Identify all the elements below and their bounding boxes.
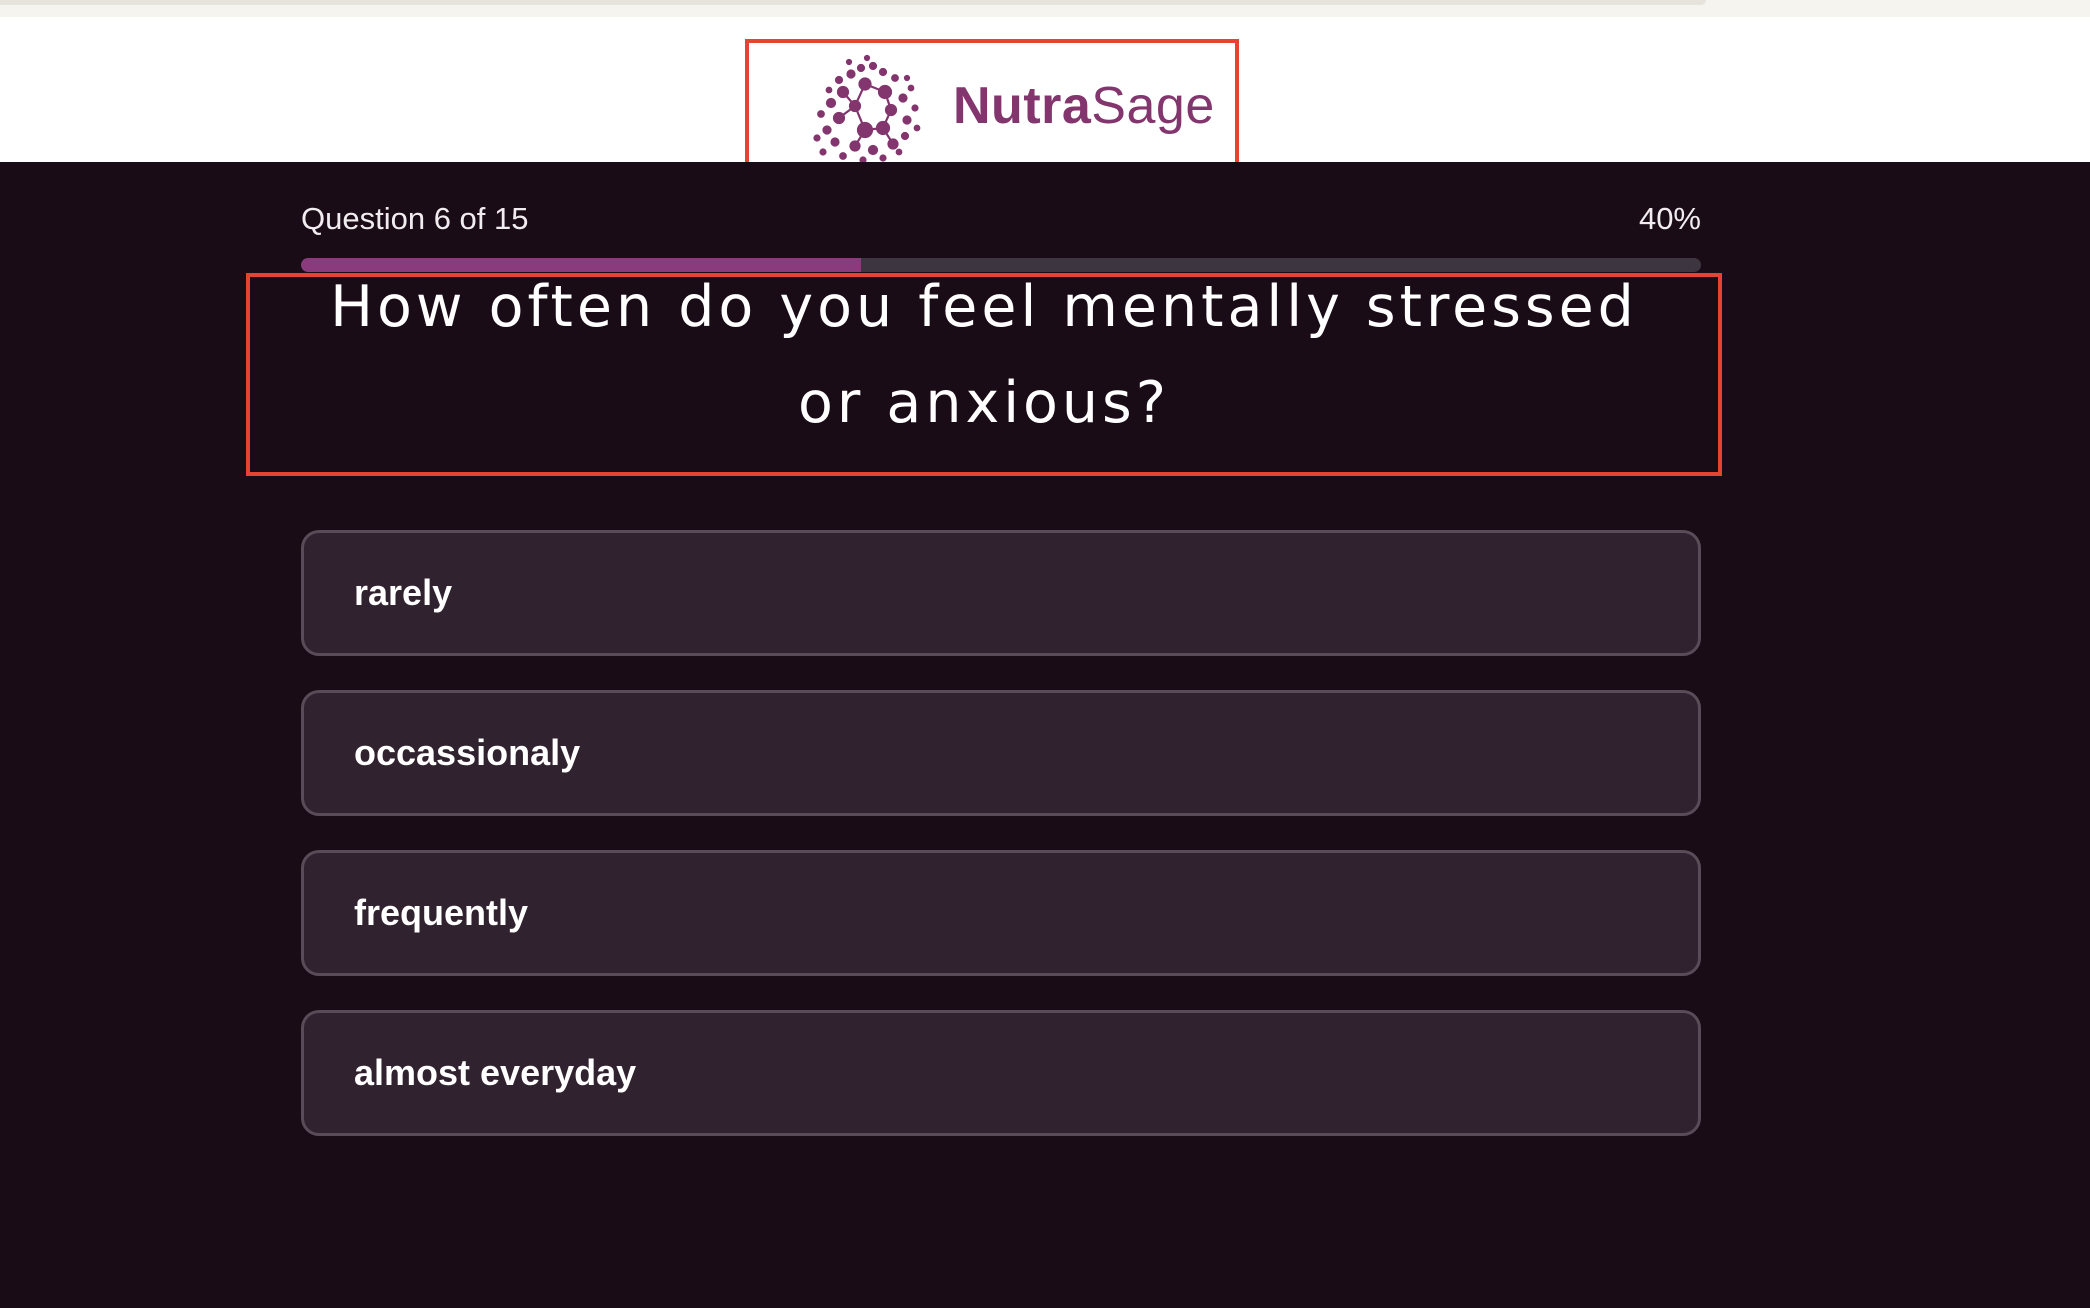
- answer-option-frequently[interactable]: frequently: [301, 850, 1701, 976]
- answer-option-almost-everyday[interactable]: almost everyday: [301, 1010, 1701, 1136]
- progress-percent: 40%: [1638, 201, 1701, 236]
- answer-option-label: occassionaly: [354, 732, 581, 773]
- question-counter: Question 6 of 15: [301, 201, 529, 236]
- answer-option-occasionally[interactable]: occassionaly: [301, 690, 1701, 816]
- progress-bar-fill: [301, 258, 861, 272]
- progress-bar: [301, 258, 1701, 272]
- answer-option-rarely[interactable]: rarely: [301, 530, 1701, 656]
- answer-option-label: almost everyday: [354, 1052, 637, 1093]
- question-title: How often do you feel mentally stressed …: [330, 274, 1638, 436]
- browser-tab-edge: [0, 0, 1706, 5]
- answer-option-label: rarely: [354, 572, 453, 613]
- browser-chrome-strip: [0, 0, 2090, 17]
- answer-option-label: frequently: [354, 892, 529, 933]
- question-highlight-box: How often do you feel mentally stressed …: [246, 273, 1722, 476]
- answer-options: rarely occassionaly frequently almost ev…: [301, 530, 1701, 1170]
